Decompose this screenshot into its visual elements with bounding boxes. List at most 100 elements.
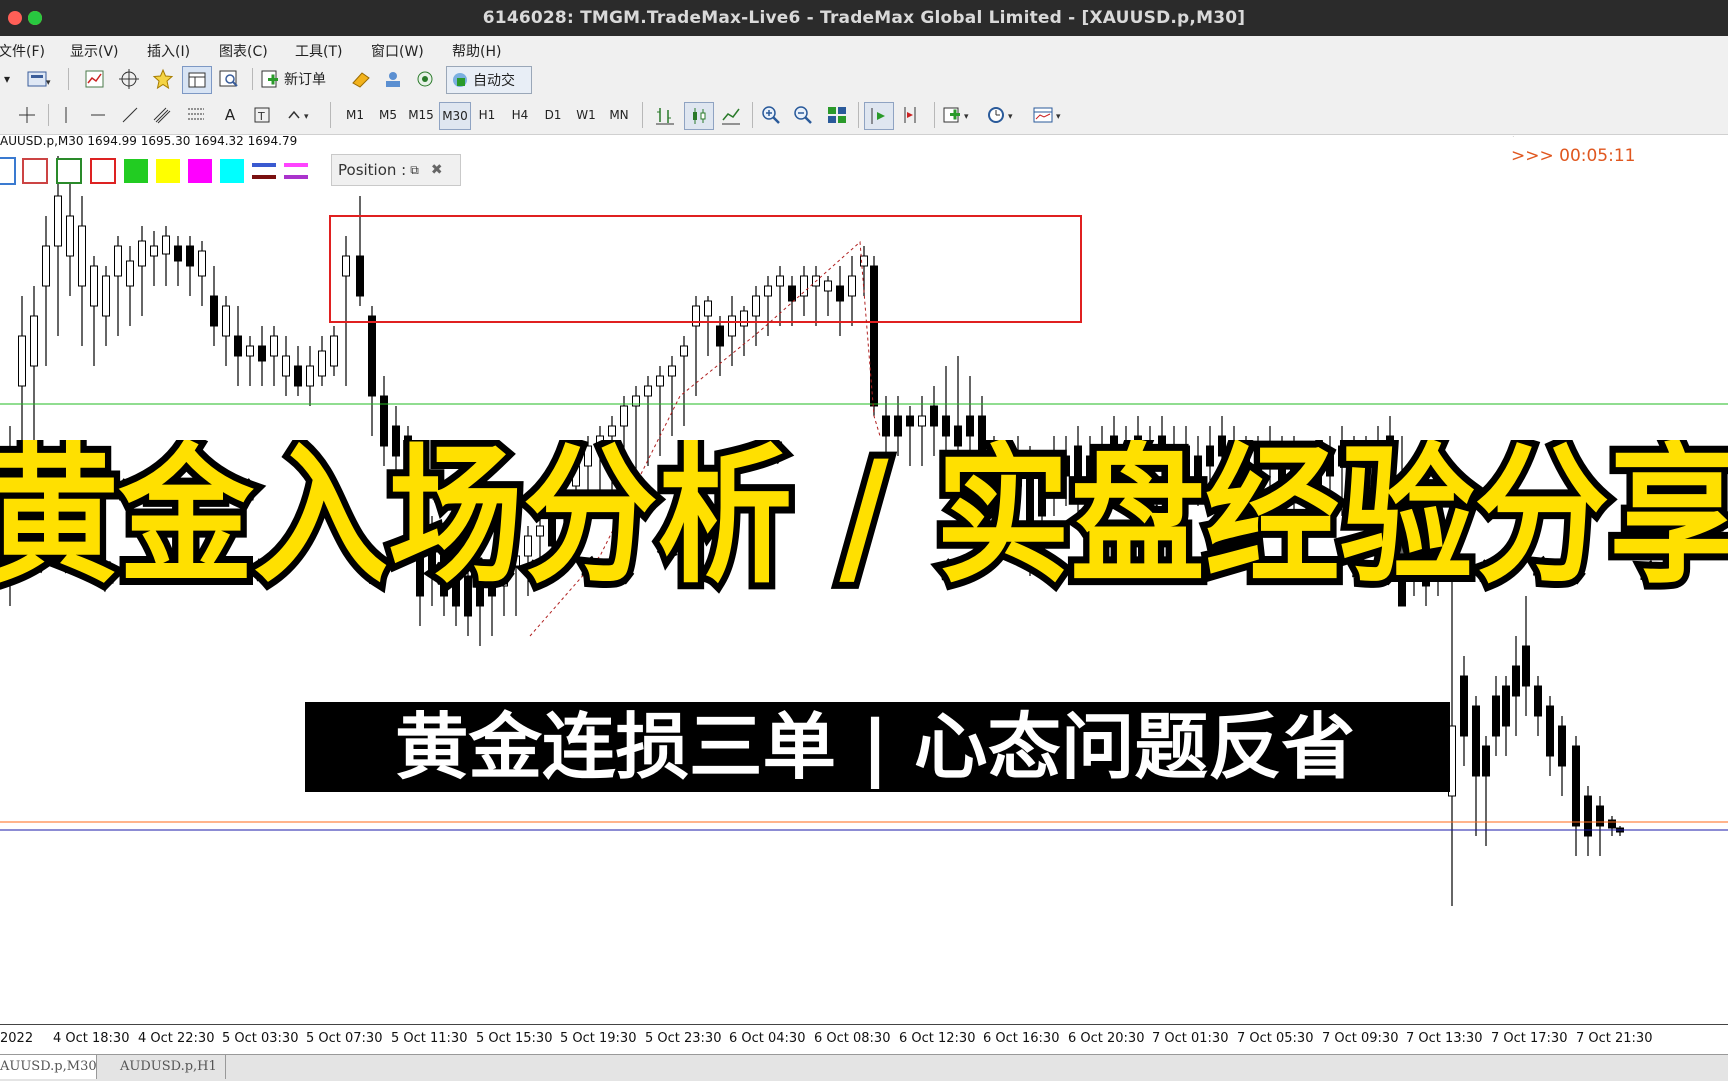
candle-body xyxy=(882,415,890,437)
text-tool-icon[interactable]: A xyxy=(218,102,242,128)
svg-text:▾: ▾ xyxy=(1008,112,1013,122)
timeframe-h1[interactable]: H1 xyxy=(472,102,502,128)
position-panel[interactable]: Position : ⧉ ✖ xyxy=(331,154,461,186)
horizontal-line-icon[interactable] xyxy=(86,102,110,128)
time-tick: 6 Oct 20:30 xyxy=(1068,1031,1145,1046)
market-watch-icon[interactable] xyxy=(182,66,212,94)
zoom-out-icon[interactable] xyxy=(790,102,816,128)
candle-body xyxy=(1608,819,1616,829)
chart-tabs: AUUSD.p,M30 AUDUSD.p,H1 xyxy=(0,1054,1728,1081)
data-window-icon[interactable] xyxy=(216,66,242,92)
color-swatch[interactable] xyxy=(90,158,116,184)
time-tick: 7 Oct 17:30 xyxy=(1491,1031,1568,1046)
timeframe-m5[interactable]: M5 xyxy=(373,102,403,128)
candlestick-chart-icon[interactable] xyxy=(684,102,714,130)
candle-body xyxy=(90,265,98,307)
menu-file[interactable]: 文件(F) xyxy=(0,41,45,61)
line-style-swatch[interactable] xyxy=(284,159,308,183)
headline-text: 黄金入场分析 / 实盘经验分享 xyxy=(0,440,1728,604)
candle-body xyxy=(740,310,748,327)
tab-xauusd-m30[interactable]: AUUSD.p,M30 xyxy=(0,1055,97,1079)
color-swatch[interactable] xyxy=(56,158,82,184)
timeframe-d1[interactable]: D1 xyxy=(538,102,568,128)
color-swatch[interactable] xyxy=(124,159,148,183)
tab-audusd-h1[interactable]: AUDUSD.p,H1 xyxy=(112,1055,226,1079)
candle-body xyxy=(824,280,832,292)
line-chart-icon[interactable] xyxy=(718,102,744,128)
zoom-in-icon[interactable] xyxy=(758,102,784,128)
new-order-button[interactable]: 新订单 xyxy=(260,66,342,92)
candle-body xyxy=(1534,685,1542,717)
time-axis: 2022 4 Oct 18:30 4 Oct 22:30 5 Oct 03:30… xyxy=(0,1024,1728,1055)
time-tick: 5 Oct 11:30 xyxy=(391,1031,468,1046)
chart-shift-marker-icon[interactable]: ▾ xyxy=(1511,136,1519,140)
arrows-dropdown-icon[interactable]: ▾ xyxy=(284,102,318,128)
candle-body xyxy=(368,315,376,397)
candle-body xyxy=(764,285,772,297)
crosshair-icon[interactable] xyxy=(14,102,40,128)
candle-body xyxy=(222,305,230,337)
candle-body xyxy=(1596,805,1604,827)
candle-body xyxy=(848,275,856,297)
menu-window[interactable]: 窗口(W) xyxy=(371,41,424,61)
color-swatch[interactable] xyxy=(0,157,16,185)
auto-scroll-icon[interactable] xyxy=(864,102,894,130)
metaeditor-icon[interactable] xyxy=(348,66,374,92)
close-icon[interactable]: ✖ xyxy=(431,162,443,178)
time-tick: 7 Oct 05:30 xyxy=(1237,1031,1314,1046)
timeframe-m1[interactable]: M1 xyxy=(340,102,370,128)
dropdown-arrow-icon[interactable]: ▾ xyxy=(0,66,14,92)
periods-clock-icon[interactable]: ▾ xyxy=(984,102,1020,128)
candle-body xyxy=(1546,705,1554,757)
restore-icon[interactable]: ⧉ xyxy=(410,163,419,178)
candle-body xyxy=(114,245,122,277)
crosshair-move-icon[interactable] xyxy=(116,66,142,92)
color-swatch[interactable] xyxy=(22,158,48,184)
bar-chart-icon[interactable] xyxy=(652,102,678,128)
tile-windows-icon[interactable] xyxy=(824,102,850,128)
fibonacci-icon[interactable] xyxy=(184,102,208,128)
time-tick: 2022 xyxy=(0,1031,34,1046)
text-label-icon[interactable]: T xyxy=(250,102,274,128)
subtitle-text: 黄金连损三单 | 心态问题反省 xyxy=(395,705,1355,790)
chart-shift-icon[interactable] xyxy=(898,102,926,128)
menu-tools[interactable]: 工具(T) xyxy=(295,41,342,61)
color-swatch[interactable] xyxy=(156,159,180,183)
menu-insert[interactable]: 插入(I) xyxy=(147,41,190,61)
line-style-swatch[interactable] xyxy=(252,159,276,183)
subtitle-banner: 黄金连损三单 | 心态问题反省 xyxy=(305,702,1450,792)
terminal-icon[interactable] xyxy=(380,66,406,92)
candle-body xyxy=(138,240,146,267)
vertical-line-icon[interactable] xyxy=(54,102,78,128)
trendline-icon[interactable] xyxy=(118,102,142,128)
menu-view[interactable]: 显示(V) xyxy=(70,41,119,61)
timeframe-h4[interactable]: H4 xyxy=(505,102,535,128)
channel-icon[interactable] xyxy=(150,102,174,128)
indicators-dropdown-icon[interactable]: ▾ xyxy=(940,102,976,128)
timeframe-w1[interactable]: W1 xyxy=(571,102,601,128)
candle-body xyxy=(620,405,628,427)
time-tick: 5 Oct 23:30 xyxy=(645,1031,722,1046)
favorites-star-icon[interactable] xyxy=(150,66,176,92)
menu-help[interactable]: 帮助(H) xyxy=(452,41,501,61)
candle-body xyxy=(282,355,290,377)
candle-body xyxy=(1492,695,1500,737)
candle-body xyxy=(306,365,314,387)
strategy-tester-icon[interactable] xyxy=(412,66,438,92)
candle-body xyxy=(318,350,326,377)
timeframe-m30[interactable]: M30 xyxy=(439,102,471,130)
color-swatch[interactable] xyxy=(188,159,212,183)
autotrading-icon xyxy=(453,73,467,87)
timeframe-m15[interactable]: M15 xyxy=(406,102,436,128)
menu-bar: 文件(F) 显示(V) 插入(I) 图表(C) 工具(T) 窗口(W) 帮助(H… xyxy=(0,36,1728,62)
timeframe-mn[interactable]: MN xyxy=(604,102,634,128)
candle-body xyxy=(966,415,974,437)
candle-body xyxy=(270,335,278,357)
autotrading-button[interactable]: 自动交 xyxy=(446,66,532,94)
templates-dropdown-icon[interactable]: ▾ xyxy=(1030,102,1068,128)
color-swatch[interactable] xyxy=(220,159,244,183)
candle-body xyxy=(42,245,50,287)
new-chart-icon[interactable] xyxy=(82,66,108,92)
profiles-icon[interactable]: ▾ xyxy=(22,66,56,92)
menu-charts[interactable]: 图表(C) xyxy=(219,41,268,61)
